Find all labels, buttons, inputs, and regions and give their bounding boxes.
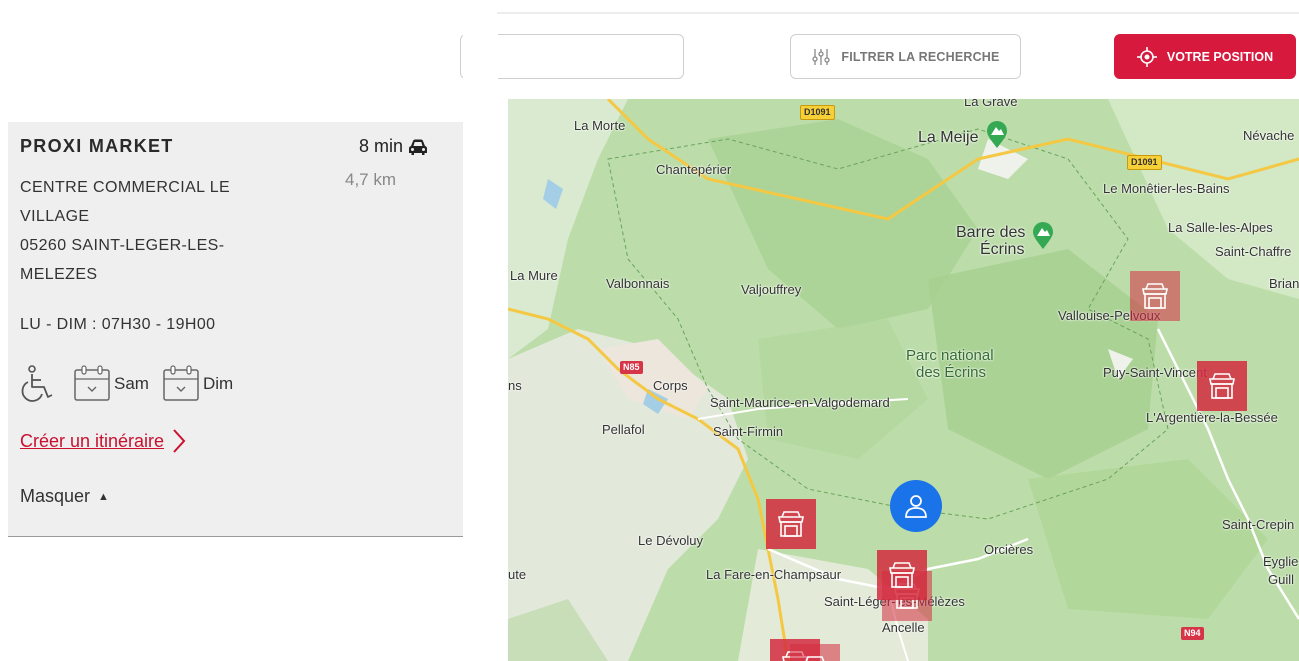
- map-place-label: Parc national: [906, 347, 994, 364]
- filter-search-button[interactable]: FILTRER LA RECHERCHE: [790, 34, 1021, 79]
- address-line: CENTRE COMMERCIAL LE: [20, 179, 231, 196]
- open-day-sunday: Dim: [202, 374, 234, 393]
- map-place-label: Orcières: [984, 542, 1034, 557]
- sliders-icon: [812, 48, 831, 65]
- store-icon: [1142, 283, 1168, 309]
- map-place-label: Saint-Chaffre: [1215, 244, 1292, 259]
- store-address: CENTRE COMMERCIAL LE VILLAGE 05260 SAINT…: [20, 173, 320, 289]
- map-place-label: L'Argentière-la-Bessée: [1146, 410, 1278, 425]
- panel-edge: [463, 28, 498, 84]
- drive-time-value: 8 min: [358, 136, 403, 156]
- header-divider: [497, 12, 1299, 14]
- map-place-label: Le Monêtier-les-Bains: [1103, 181, 1230, 196]
- map-place-label: Valjouffrey: [741, 282, 802, 297]
- store-icon: [778, 511, 804, 537]
- map-place-label: La Salle-les-Alpes: [1168, 220, 1273, 235]
- crosshair-icon: [1136, 46, 1157, 67]
- store-marker[interactable]: [790, 644, 840, 661]
- map-place-label: Pellafol: [602, 422, 645, 437]
- create-route-link[interactable]: Créer un itinéraire: [20, 428, 186, 454]
- filter-search-label: FILTRER LA RECHERCHE: [841, 49, 1000, 64]
- map-place-label: ute: [508, 567, 527, 582]
- chevron-right-icon: [173, 429, 186, 453]
- road-badge: N94: [1181, 627, 1204, 640]
- map-place-label: Brian: [1269, 276, 1299, 291]
- map-place-label: Névache: [1243, 128, 1295, 143]
- store-features: Sam Dim: [18, 362, 245, 406]
- map-place-label: Barre des: [956, 224, 1026, 241]
- map-place-label: Eyglie: [1263, 554, 1299, 569]
- triangle-up-icon: ▲: [98, 490, 109, 503]
- map-place-label: Corps: [653, 378, 688, 393]
- map-place-label: Ancelle: [882, 620, 925, 635]
- map-place-label: Valbonnais: [606, 276, 670, 291]
- calendar-icon: [74, 365, 110, 401]
- my-position-label: VOTRE POSITION: [1166, 49, 1274, 64]
- store-marker[interactable]: [766, 499, 816, 549]
- store-icon: [805, 656, 825, 661]
- map-place-label: Saint-Crepin: [1222, 517, 1295, 532]
- store-distance: 4,7 km: [345, 170, 397, 189]
- hide-toggle[interactable]: Masquer ▲: [20, 486, 109, 507]
- user-location-marker[interactable]: [890, 480, 942, 532]
- opening-hours: LU - DIM : 07H30 - 19H00: [20, 316, 216, 333]
- map-place-label: Saint-Firmin: [713, 424, 784, 439]
- map-view[interactable]: D1091 D1091 N85 N94 La Grave La Morte La…: [508, 99, 1299, 661]
- store-marker[interactable]: [1197, 361, 1247, 411]
- create-route-label: Créer un itinéraire: [20, 430, 165, 451]
- address-line: 05260 SAINT-LEGER-LES-: [20, 237, 225, 254]
- store-marker-selected[interactable]: [877, 550, 927, 600]
- map-place-label: Le Dévoluy: [638, 533, 704, 548]
- hide-toggle-label: Masquer: [20, 486, 91, 506]
- map-place-label: La Meije: [918, 129, 979, 146]
- car-icon: [409, 139, 427, 155]
- map-place-label: La Morte: [574, 118, 626, 133]
- mountain-peak-icon: [1033, 222, 1053, 249]
- map-place-label: Guill: [1268, 572, 1295, 587]
- map-place-label: Écrins: [980, 241, 1025, 258]
- mountain-peak-icon: [987, 121, 1007, 148]
- map-place-label: Puy-Saint-Vincent: [1103, 365, 1207, 380]
- store-icon: [889, 562, 915, 588]
- store-marker[interactable]: [1130, 271, 1180, 321]
- map-place-label: des Écrins: [916, 364, 987, 381]
- store-card: PROXI MARKET 8 min 4,7 km CENTRE COMMERC…: [8, 122, 463, 537]
- road-badge: D1091: [1127, 155, 1162, 170]
- address-line: MELEZES: [20, 266, 98, 283]
- map-place-label: Chantepérier: [656, 162, 732, 177]
- road-badge: D1091: [800, 105, 835, 120]
- open-day-saturday: Sam: [114, 374, 149, 393]
- store-name: PROXI MARKET: [20, 136, 174, 156]
- calendar-icon: [163, 365, 199, 401]
- wheelchair-icon: [21, 365, 53, 402]
- drive-time: 8 min: [359, 136, 429, 157]
- my-position-button[interactable]: VOTRE POSITION: [1114, 34, 1296, 79]
- address-line: VILLAGE: [20, 208, 90, 225]
- user-icon: [905, 495, 927, 518]
- road-badge: N85: [620, 361, 643, 374]
- map-place-label: La Fare-en-Champsaur: [706, 567, 842, 582]
- map-place-label: Saint-Maurice-en-Valgodemard: [710, 395, 890, 410]
- store-icon: [1209, 373, 1235, 399]
- map-place-label: La Mure: [510, 268, 558, 283]
- map-place-label: La Grave: [964, 99, 1018, 109]
- map-place-label: ns: [508, 378, 522, 393]
